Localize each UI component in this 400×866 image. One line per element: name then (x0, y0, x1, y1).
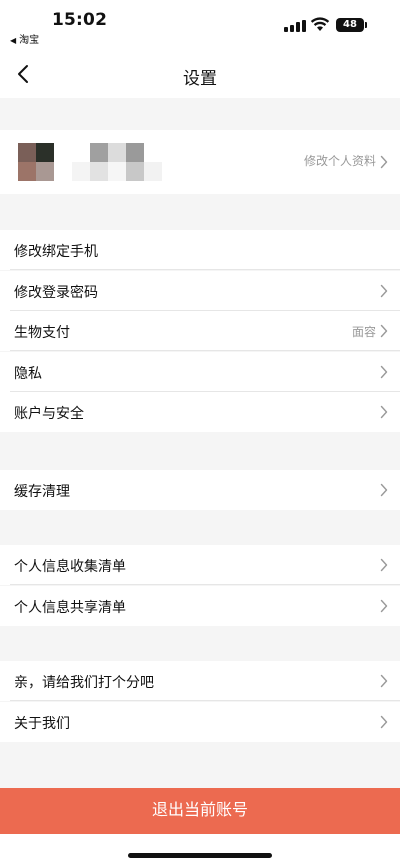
logout-button[interactable]: 退出当前账号 (0, 788, 400, 834)
settings-row-label: 生物支付 (14, 325, 70, 341)
nav-bar: 设置 (0, 50, 400, 98)
cellular-signal-icon (284, 20, 306, 32)
settings-row-label: 缓存清理 (14, 484, 70, 500)
status-bar: 15:02 ◀ 淘宝 48 (0, 0, 400, 50)
settings-row-label: 修改绑定手机 (14, 244, 98, 260)
settings-row[interactable]: 亲，请给我们打个分吧 (0, 661, 400, 701)
settings-row-value: 面容 (351, 325, 376, 339)
settings-row-label: 关于我们 (14, 715, 70, 732)
settings-row[interactable]: 个人信息收集清单 (0, 545, 400, 585)
chevron-right-icon (380, 715, 388, 728)
settings-row-label: 修改登录密码 (14, 284, 98, 301)
settings-row[interactable]: 修改绑定手机 (0, 230, 400, 270)
chevron-right-icon (380, 558, 388, 572)
settings-row[interactable]: 隐私 (0, 351, 400, 392)
settings-row[interactable]: 关于我们 (0, 701, 400, 742)
bottom-safe-area (0, 834, 400, 866)
settings-row-label: 个人信息共享清单 (14, 599, 126, 616)
chevron-right-icon (380, 483, 388, 497)
chevron-right-icon (380, 365, 388, 378)
settings-row[interactable]: 修改登录密码 (0, 270, 400, 311)
settings-row[interactable]: 缓存清理 (0, 470, 400, 510)
settings-row-label: 隐私 (14, 365, 42, 382)
chevron-right-icon (380, 599, 388, 612)
settings-row[interactable]: 账户与安全 (0, 392, 400, 432)
settings-row[interactable]: 生物支付 面容 (0, 311, 400, 351)
chevron-right-icon (380, 284, 388, 297)
avatar (18, 143, 54, 181)
battery-cap (365, 22, 367, 28)
back-to-app-link[interactable]: ◀ 淘宝 (10, 31, 39, 46)
status-time: 15:02 (52, 10, 108, 30)
back-app-name: 淘宝 (19, 35, 40, 46)
wifi-icon (310, 17, 330, 31)
chevron-right-icon (380, 674, 388, 688)
chevron-right-icon (380, 155, 388, 169)
profile-row[interactable]: 修改个人资料 (0, 130, 400, 194)
battery-icon: 48 (336, 18, 364, 32)
settings-row-label: 账户与安全 (14, 406, 84, 422)
settings-row[interactable]: 个人信息共享清单 (0, 585, 400, 626)
back-triangle-icon: ◀ (10, 36, 17, 45)
nickname-blurred (72, 143, 162, 181)
page-title: 设置 (183, 69, 217, 89)
settings-row-label: 个人信息收集清单 (14, 559, 126, 575)
settings-screen: 15:02 ◀ 淘宝 48 设置 修改个人资料 修改绑定手机 修改登录密码 生物… (0, 0, 400, 866)
chevron-right-icon (380, 405, 388, 419)
edit-profile-link: 修改个人资料 (303, 154, 376, 168)
home-indicator[interactable] (128, 853, 272, 858)
chevron-right-icon (380, 324, 388, 338)
settings-row-label: 亲，请给我们打个分吧 (14, 675, 154, 691)
